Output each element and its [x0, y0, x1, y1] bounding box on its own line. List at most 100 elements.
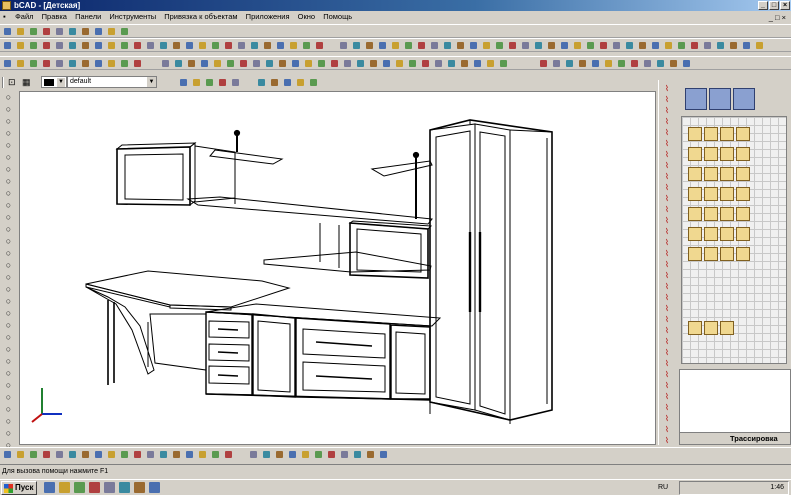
toolbar-button[interactable]: [603, 58, 614, 69]
panel-tool-button[interactable]: [704, 167, 718, 181]
toolbar-button[interactable]: [15, 26, 26, 37]
toolbar-button[interactable]: [236, 40, 247, 51]
panel-tool-button[interactable]: [688, 127, 702, 141]
panel-tool-button[interactable]: [720, 127, 734, 141]
start-button[interactable]: Пуск: [1, 481, 37, 495]
toolbar-button[interactable]: [351, 40, 362, 51]
toolbar-button[interactable]: [119, 40, 130, 51]
panel-tool-button[interactable]: [736, 187, 750, 201]
toolbar-button[interactable]: [15, 58, 26, 69]
tool-button[interactable]: ⌇: [661, 172, 673, 181]
toolbar-button[interactable]: [442, 40, 453, 51]
tool-button[interactable]: ⌇: [661, 227, 673, 236]
panel-tool-button[interactable]: [688, 247, 702, 261]
toolbar-button[interactable]: [420, 58, 431, 69]
toolbar-button[interactable]: [158, 449, 169, 460]
toolbar-button[interactable]: [93, 40, 104, 51]
toolbar-button[interactable]: [538, 58, 549, 69]
tool-button[interactable]: ⌇: [661, 381, 673, 390]
tool-button[interactable]: ⌇: [661, 315, 673, 324]
panel-tool-button[interactable]: [720, 207, 734, 221]
tool-button[interactable]: ○: [3, 428, 14, 439]
toolbar-button[interactable]: [256, 77, 267, 88]
panel-tool-button[interactable]: [736, 207, 750, 221]
panel-tool-button[interactable]: [736, 147, 750, 161]
toolbar-button[interactable]: [624, 40, 635, 51]
toolbar-button[interactable]: [106, 26, 117, 37]
toolbar-button[interactable]: [2, 40, 13, 51]
tool-button[interactable]: ○: [3, 260, 14, 271]
tool-button[interactable]: ⌇: [661, 84, 673, 93]
toolbar-button[interactable]: [663, 40, 674, 51]
tool-button[interactable]: ⌇: [661, 304, 673, 313]
toolbar-button[interactable]: [93, 26, 104, 37]
panel-tool-button[interactable]: [720, 187, 734, 201]
tool-button[interactable]: ○: [3, 236, 14, 247]
toolbar-button[interactable]: [433, 58, 444, 69]
tab-trace[interactable]: Трассировка: [730, 433, 778, 445]
toolbar-button[interactable]: [303, 58, 314, 69]
toolbar-button[interactable]: [223, 40, 234, 51]
panel-tool-button[interactable]: [685, 88, 707, 110]
toolbar-button[interactable]: [41, 40, 52, 51]
toolbar-button[interactable]: [446, 58, 457, 69]
toolbar-button[interactable]: [650, 40, 661, 51]
menu-apps[interactable]: Приложения: [243, 11, 293, 23]
tool-button[interactable]: ○: [3, 368, 14, 379]
toolbar-button[interactable]: [472, 58, 483, 69]
menu-panels[interactable]: Панели: [72, 11, 104, 23]
toolbar-button[interactable]: [455, 40, 466, 51]
toolbar-button[interactable]: [339, 449, 350, 460]
toolbar-button[interactable]: [261, 449, 272, 460]
tool-button[interactable]: ⌇: [661, 282, 673, 291]
toolbar-button[interactable]: [314, 40, 325, 51]
tool-button[interactable]: ⌇: [661, 128, 673, 137]
tool-button[interactable]: ⌇: [661, 249, 673, 258]
toolbar-button[interactable]: [715, 40, 726, 51]
toolbar-button[interactable]: [494, 40, 505, 51]
toolbar-button[interactable]: [54, 58, 65, 69]
toolbar-button[interactable]: [326, 449, 337, 460]
toolbar-button[interactable]: [171, 449, 182, 460]
toolbar-button[interactable]: [217, 77, 228, 88]
quick-launch-icon[interactable]: [59, 482, 70, 493]
panel-tool-button[interactable]: [688, 167, 702, 181]
toolbar-button[interactable]: [2, 449, 13, 460]
panel-tool-button[interactable]: [704, 321, 718, 335]
toolbar-button[interactable]: [238, 58, 249, 69]
toolbar-button[interactable]: [577, 58, 588, 69]
toolbar-button[interactable]: [191, 77, 202, 88]
toolbar-button[interactable]: [262, 40, 273, 51]
panel-tool-button[interactable]: [704, 227, 718, 241]
toolbar-button[interactable]: [80, 40, 91, 51]
quick-launch-icon[interactable]: [74, 482, 85, 493]
tool-button[interactable]: ⌇: [661, 370, 673, 379]
toolbar-button[interactable]: [468, 40, 479, 51]
toolbar-button[interactable]: [67, 449, 78, 460]
toolbar-button[interactable]: [212, 58, 223, 69]
toolbar-button[interactable]: [590, 58, 601, 69]
toolbar-button[interactable]: [264, 58, 275, 69]
toolbar-button[interactable]: [119, 58, 130, 69]
toolbar-button[interactable]: [390, 40, 401, 51]
quick-launch-icon[interactable]: [89, 482, 100, 493]
tool-button[interactable]: ○: [3, 416, 14, 427]
tool-button[interactable]: ○: [3, 380, 14, 391]
tool-button[interactable]: ○: [3, 128, 14, 139]
toolbar-button[interactable]: [572, 40, 583, 51]
toolbar-button[interactable]: [352, 449, 363, 460]
tool-button[interactable]: ○: [3, 200, 14, 211]
tool-button[interactable]: ⌇: [661, 216, 673, 225]
toolbar-button[interactable]: [655, 58, 666, 69]
panel-tool-button[interactable]: [720, 227, 734, 241]
tool-button[interactable]: ⌇: [661, 161, 673, 170]
toolbar-button[interactable]: [210, 449, 221, 460]
panel-tool-button[interactable]: [688, 147, 702, 161]
toolbar-button[interactable]: [559, 40, 570, 51]
toolbar-button[interactable]: [132, 40, 143, 51]
tool-button[interactable]: ⌇: [661, 425, 673, 434]
tool-button[interactable]: ○: [3, 404, 14, 415]
toolbar-button[interactable]: [2, 26, 13, 37]
toolbar-button[interactable]: [381, 58, 392, 69]
toolbar-button[interactable]: [642, 58, 653, 69]
